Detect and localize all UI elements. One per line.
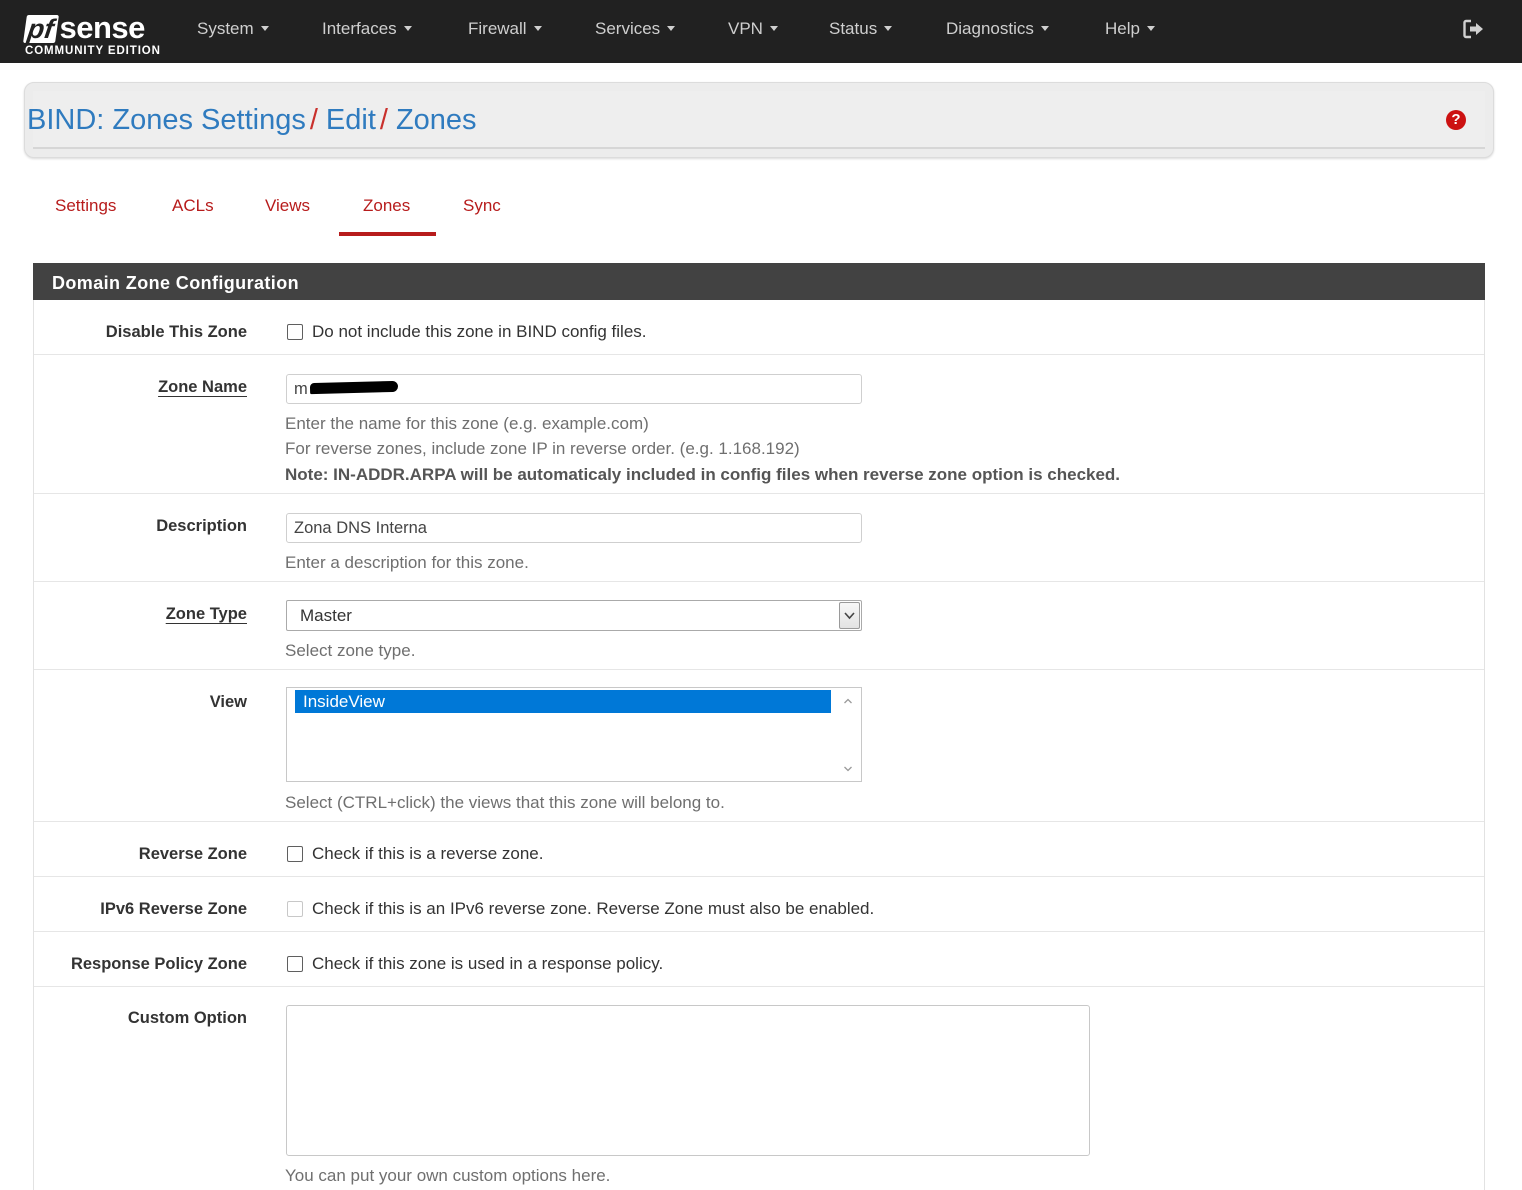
- description-input[interactable]: Zona DNS Interna: [286, 513, 862, 543]
- redaction-mark: [309, 380, 399, 395]
- breadcrumb-separator: /: [309, 104, 318, 136]
- active-tab-indicator: [339, 232, 436, 236]
- zone-type-help: Select zone type.: [285, 641, 416, 660]
- tab-views[interactable]: Views: [265, 196, 310, 216]
- view-multiselect[interactable]: InsideView: [286, 687, 862, 782]
- row-divider: [34, 493, 1484, 494]
- caret-down-icon: [533, 26, 542, 31]
- custom-option-help: You can put your own custom options here…: [285, 1166, 611, 1185]
- tab-settings[interactable]: Settings: [55, 196, 116, 216]
- breadcrumb-separator: /: [379, 104, 388, 136]
- reverse-zone-checkbox[interactable]: [287, 846, 303, 862]
- breadcrumb-bind-zones-settings[interactable]: BIND: Zones Settings: [27, 104, 306, 136]
- row-divider: [34, 821, 1484, 822]
- breadcrumb-edit[interactable]: Edit: [326, 104, 376, 136]
- zone-name-help-2: For reverse zones, include zone IP in re…: [285, 439, 800, 458]
- caret-down-icon: [667, 26, 676, 31]
- response-policy-zone-checkbox[interactable]: [287, 956, 303, 972]
- nav-system[interactable]: System: [197, 19, 269, 39]
- zone-type-label: Zone Type: [165, 605, 247, 623]
- nav-firewall[interactable]: Firewall: [468, 19, 542, 39]
- nav-vpn[interactable]: VPN: [728, 19, 778, 39]
- nav-help[interactable]: Help: [1105, 19, 1155, 39]
- view-option-insideview[interactable]: InsideView: [295, 690, 831, 713]
- ipv6-reverse-zone-checkbox[interactable]: [287, 901, 303, 917]
- custom-option-textarea[interactable]: [286, 1005, 1090, 1156]
- nav-services[interactable]: Services: [595, 19, 676, 39]
- tab-zones[interactable]: Zones: [363, 196, 410, 216]
- row-divider: [34, 581, 1484, 582]
- view-help: Select (CTRL+click) the views that this …: [285, 793, 725, 812]
- tab-acls[interactable]: ACLs: [172, 196, 214, 216]
- disable-zone-label: Disable This Zone: [105, 323, 247, 341]
- view-label: View: [209, 693, 247, 711]
- panel-title: Domain Zone Configuration: [52, 273, 299, 293]
- sign-out-icon[interactable]: [1463, 19, 1485, 39]
- caret-down-icon: [403, 26, 412, 31]
- zone-name-label: Zone Name: [158, 378, 247, 396]
- ipv6-reverse-zone-label: IPv6 Reverse Zone: [100, 900, 247, 918]
- row-divider: [34, 986, 1484, 987]
- nav-interfaces[interactable]: Interfaces: [322, 19, 412, 39]
- zone-type-value: Master: [300, 606, 352, 625]
- logo-sense: sense: [59, 10, 145, 45]
- row-divider: [34, 876, 1484, 877]
- row-divider: [34, 931, 1484, 932]
- row-divider: [34, 669, 1484, 670]
- tab-sync[interactable]: Sync: [463, 196, 501, 216]
- pfsense-logo[interactable]: pf sense COMMUNITY EDITION: [23, 7, 165, 59]
- disable-zone-text: Do not include this zone in BIND config …: [312, 322, 647, 341]
- chevron-down-icon[interactable]: [839, 602, 860, 629]
- question-circle-icon[interactable]: ?: [1446, 110, 1466, 130]
- caret-down-icon: [260, 26, 269, 31]
- breadcrumb-zones[interactable]: Zones: [396, 104, 477, 136]
- response-policy-zone-label: Response Policy Zone: [70, 955, 247, 973]
- zone-type-select[interactable]: Master: [286, 600, 862, 631]
- disable-zone-checkbox[interactable]: [287, 324, 303, 340]
- caret-down-icon: [1146, 26, 1155, 31]
- ipv6-reverse-zone-text: Check if this is an IPv6 reverse zone. R…: [312, 899, 875, 918]
- breadcrumb: BIND: Zones Settings / Edit / Zones: [27, 104, 477, 136]
- nav-diagnostics[interactable]: Diagnostics: [946, 19, 1049, 39]
- caret-down-icon: [1040, 26, 1049, 31]
- logo-pf: pf: [23, 14, 60, 44]
- reverse-zone-label: Reverse Zone: [138, 845, 247, 863]
- row-divider: [34, 354, 1484, 355]
- caret-down-icon: [769, 26, 778, 31]
- response-policy-zone-text: Check if this zone is used in a response…: [312, 954, 664, 973]
- description-label: Description: [156, 517, 247, 535]
- nav-status[interactable]: Status: [829, 19, 893, 39]
- scroll-up-icon[interactable]: [843, 696, 853, 706]
- scroll-down-icon[interactable]: [843, 764, 853, 774]
- reverse-zone-text: Check if this is a reverse zone.: [312, 844, 544, 863]
- custom-option-label: Custom Option: [127, 1009, 247, 1027]
- logo-edition: COMMUNITY EDITION: [25, 45, 161, 57]
- caret-down-icon: [884, 26, 893, 31]
- zone-name-note: Note: IN-ADDR.ARPA will be automaticaly …: [285, 465, 1121, 484]
- zone-name-help-1: Enter the name for this zone (e.g. examp…: [285, 414, 649, 433]
- description-help: Enter a description for this zone.: [285, 553, 529, 572]
